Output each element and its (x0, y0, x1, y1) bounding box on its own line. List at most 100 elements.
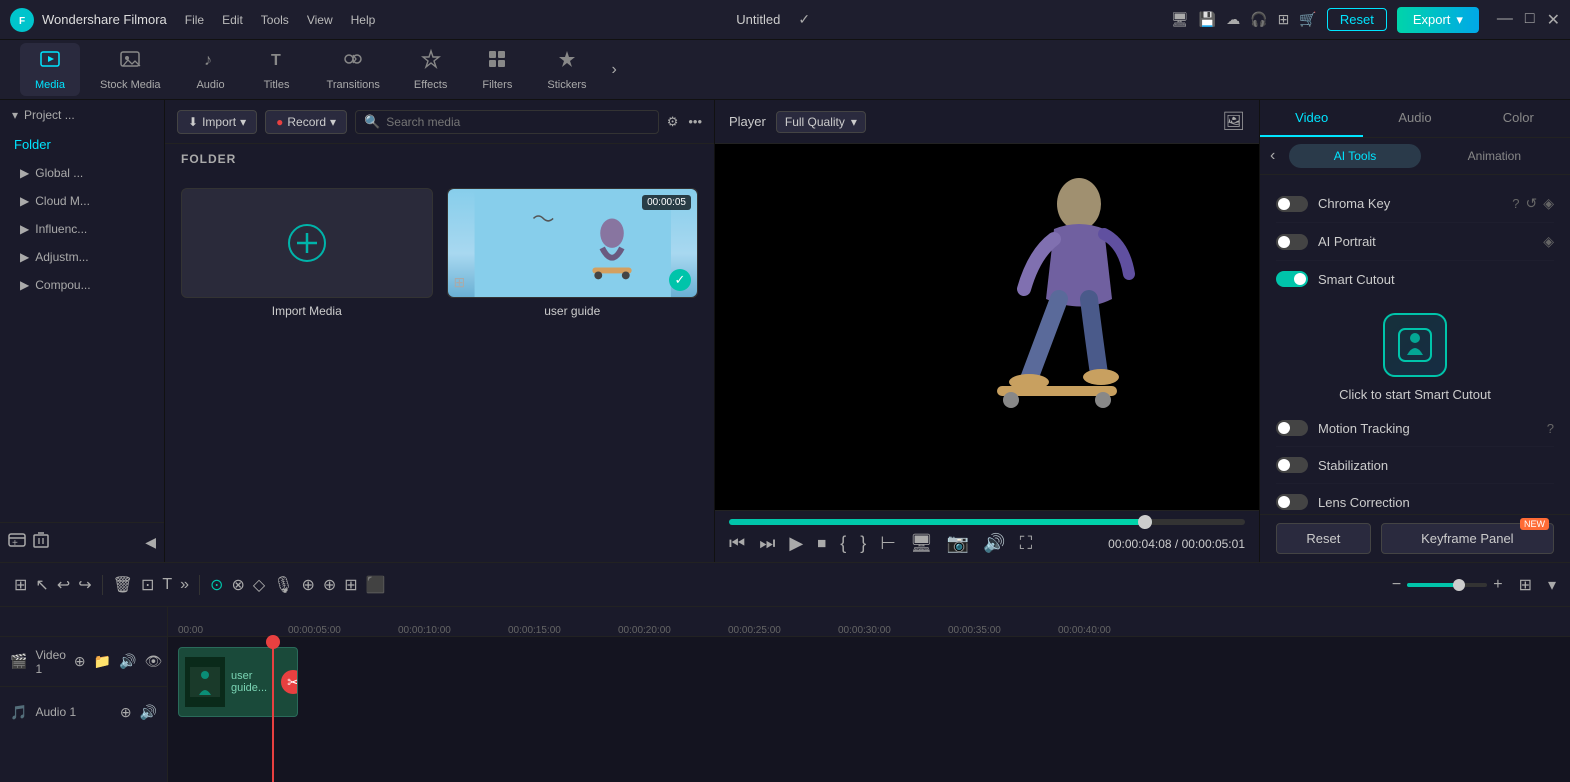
add-folder-icon[interactable]: + (8, 531, 26, 554)
shop-icon[interactable]: 🛒 (1299, 11, 1316, 28)
monitor-icon[interactable]: 🖥 (910, 533, 933, 554)
chroma-key-reset-icon[interactable]: ↺ (1525, 195, 1537, 212)
video-media-card[interactable]: 00:00:05 ⊞ ✓ user guide (447, 188, 699, 318)
save-icon[interactable]: 💾 (1199, 11, 1216, 28)
sub-tab-ai-tools[interactable]: AI Tools (1289, 144, 1420, 168)
playhead[interactable] (272, 637, 274, 782)
step-back-icon[interactable]: ⏭ (759, 533, 775, 554)
motion-tracking-help-icon[interactable]: ? (1547, 421, 1554, 436)
tl-more-icon[interactable]: » (180, 576, 189, 594)
tool-filters[interactable]: Filters (467, 43, 527, 96)
maximize-icon[interactable]: □ (1525, 10, 1535, 30)
progress-handle[interactable] (1138, 515, 1152, 529)
tool-titles[interactable]: T Titles (247, 43, 307, 96)
smart-cutout-toggle[interactable] (1276, 271, 1308, 287)
tl-snap-icon[interactable]: ⊙ (210, 575, 223, 595)
layout-icon[interactable]: ⊞ (1278, 11, 1290, 28)
sidebar-item-cloud[interactable]: ▶ Cloud M... (0, 187, 164, 215)
ai-portrait-toggle[interactable] (1276, 234, 1308, 250)
menu-tools[interactable]: Tools (261, 13, 289, 27)
video-clip[interactable]: user guide... ✂ (178, 647, 298, 717)
tl-zoom-out-icon[interactable]: − (1392, 576, 1401, 594)
chroma-key-help-icon[interactable]: ? (1512, 196, 1519, 211)
tl-text-icon[interactable]: T (162, 576, 172, 594)
tool-transitions[interactable]: Transitions (313, 43, 394, 96)
import-media-card[interactable]: Import Media (181, 188, 433, 318)
cloud-icon[interactable]: ☁ (1226, 11, 1240, 28)
more-options-icon[interactable]: ••• (688, 114, 702, 130)
tool-stickers[interactable]: Stickers (533, 43, 600, 96)
insert-icon[interactable]: ⊢ (880, 533, 896, 554)
close-icon[interactable]: ✕ (1547, 10, 1560, 30)
motion-tracking-toggle[interactable] (1276, 420, 1308, 436)
lens-correction-toggle[interactable] (1276, 494, 1308, 510)
video-track-add-icon[interactable]: ⊕ (74, 653, 86, 670)
filter-icon[interactable]: ⚙ (667, 114, 679, 130)
menu-help[interactable]: Help (351, 13, 376, 27)
tl-voice-icon[interactable]: 🎙 (273, 575, 293, 595)
panel-collapse-icon[interactable]: ◀ (145, 534, 156, 551)
keyframe-panel-button[interactable]: Keyframe Panel NEW (1381, 523, 1554, 554)
tl-mark-icon[interactable]: ◇ (253, 575, 265, 595)
tab-video[interactable]: Video (1260, 100, 1363, 137)
quality-selector[interactable]: Full Quality ▾ (776, 111, 866, 133)
stabilization-toggle[interactable] (1276, 457, 1308, 473)
tl-track-icon[interactable]: ⊕ (323, 575, 336, 595)
tl-select-icon[interactable]: ↖ (35, 575, 48, 595)
tl-thumbnail-icon[interactable]: ⊞ (344, 575, 357, 595)
delete-folder-icon[interactable] (32, 531, 50, 554)
tl-zoom-in-icon[interactable]: + (1493, 576, 1502, 594)
search-area[interactable]: 🔍 (355, 110, 659, 134)
tl-zoom-track[interactable] (1407, 583, 1487, 587)
sidebar-item-influence[interactable]: ▶ Influenc... (0, 215, 164, 243)
tl-zoom-handle[interactable] (1453, 579, 1465, 591)
ai-portrait-keyframe-icon[interactable]: ◈ (1543, 233, 1554, 250)
menu-edit[interactable]: Edit (222, 13, 243, 27)
export-button[interactable]: Export ▾ (1397, 7, 1479, 33)
tl-layout-down-icon[interactable]: ▾ (1548, 575, 1556, 595)
tool-effects[interactable]: Effects (400, 43, 461, 96)
mark-out-icon[interactable]: } (860, 533, 866, 554)
tl-redo-icon[interactable]: ↪ (78, 575, 91, 595)
menu-file[interactable]: File (185, 13, 204, 27)
cut-icon[interactable]: ✂ (281, 670, 298, 694)
tl-ripple-icon[interactable]: ⊗ (231, 575, 244, 595)
tab-color[interactable]: Color (1467, 100, 1570, 137)
tl-layout-icon[interactable]: ⊞ (1519, 575, 1532, 595)
fullscreen-icon[interactable]: ⛶ (1020, 533, 1033, 554)
tool-audio[interactable]: ♪ Audio (181, 43, 241, 96)
sidebar-item-compound[interactable]: ▶ Compou... (0, 271, 164, 299)
audio-track-volume-icon[interactable]: 🔊 (140, 704, 157, 721)
playhead-handle[interactable] (266, 635, 280, 649)
headphone-icon[interactable]: 🎧 (1250, 11, 1267, 28)
rewind-icon[interactable]: ⏮ (729, 533, 745, 554)
sidebar-item-global[interactable]: ▶ Global ... (0, 159, 164, 187)
sidebar-item-adjust[interactable]: ▶ Adjustm... (0, 243, 164, 271)
tab-audio[interactable]: Audio (1363, 100, 1466, 137)
volume-icon[interactable]: 🔊 (983, 533, 1005, 554)
video-track-volume-icon[interactable]: 🔊 (119, 653, 136, 670)
search-input[interactable] (386, 115, 649, 129)
stop-icon[interactable]: ⏹ (817, 533, 826, 554)
minimize-icon[interactable]: — (1497, 10, 1513, 30)
tl-thumb2-icon[interactable]: ⬛ (366, 575, 386, 595)
tl-delete-icon[interactable]: 🗑 (113, 575, 133, 595)
monitor-icon[interactable]: 🖥 (1171, 11, 1189, 28)
screenshot-icon[interactable]: 🖼 (1222, 111, 1245, 132)
tl-split-icon[interactable]: ⊞ (14, 575, 27, 595)
play-icon[interactable]: ▶ (789, 533, 803, 554)
audio-track-add-icon[interactable]: ⊕ (120, 704, 132, 721)
tool-media[interactable]: Media (20, 43, 80, 96)
toolbar-expand-icon[interactable]: › (606, 56, 621, 84)
tl-record-icon[interactable]: ⊕ (301, 575, 314, 595)
video-track-eye-icon[interactable]: 👁 (145, 653, 163, 670)
camera-icon[interactable]: 📷 (947, 533, 969, 554)
chroma-key-keyframe-icon[interactable]: ◈ (1543, 195, 1554, 212)
sub-tab-animation[interactable]: Animation (1429, 144, 1560, 168)
reset-button[interactable]: Reset (1276, 523, 1371, 554)
video-media-thumb[interactable]: 00:00:05 ⊞ ✓ (447, 188, 699, 298)
smart-cutout-start-button[interactable] (1383, 313, 1447, 377)
folder-item[interactable]: Folder (0, 130, 164, 159)
sub-tab-back-icon[interactable]: ‹ (1270, 147, 1275, 165)
progress-bar[interactable] (729, 519, 1245, 525)
